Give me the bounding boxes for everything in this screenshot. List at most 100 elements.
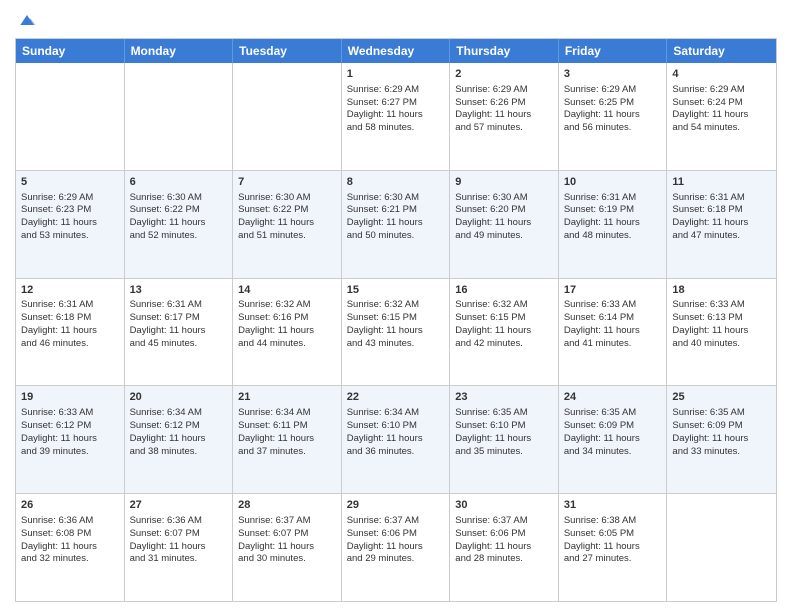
day-info: Sunset: 6:22 PM [130, 204, 228, 217]
day-info: Sunset: 6:25 PM [564, 97, 662, 110]
day-info: Sunrise: 6:32 AM [455, 299, 553, 312]
calendar-cell: 9Sunrise: 6:30 AMSunset: 6:20 PMDaylight… [450, 171, 559, 278]
day-info: Sunrise: 6:35 AM [455, 407, 553, 420]
day-info: Sunset: 6:12 PM [21, 420, 119, 433]
day-number: 11 [672, 175, 771, 190]
day-info: Sunset: 6:13 PM [672, 312, 771, 325]
day-number: 26 [21, 498, 119, 513]
day-info: Daylight: 11 hours [238, 433, 336, 446]
calendar-cell: 3Sunrise: 6:29 AMSunset: 6:25 PMDaylight… [559, 63, 668, 170]
day-number: 13 [130, 283, 228, 298]
calendar-row: 19Sunrise: 6:33 AMSunset: 6:12 PMDayligh… [16, 385, 776, 493]
logo [15, 10, 37, 30]
day-info: Daylight: 11 hours [238, 541, 336, 554]
day-info: and 36 minutes. [347, 446, 445, 459]
day-info: Daylight: 11 hours [347, 541, 445, 554]
day-info: Sunrise: 6:30 AM [238, 192, 336, 205]
day-info: and 27 minutes. [564, 553, 662, 566]
day-number: 28 [238, 498, 336, 513]
calendar-cell: 24Sunrise: 6:35 AMSunset: 6:09 PMDayligh… [559, 386, 668, 493]
calendar-cell: 17Sunrise: 6:33 AMSunset: 6:14 PMDayligh… [559, 279, 668, 386]
day-info: Sunrise: 6:33 AM [672, 299, 771, 312]
weekday-header: Friday [559, 39, 668, 63]
day-info: Daylight: 11 hours [21, 541, 119, 554]
day-info: Sunrise: 6:38 AM [564, 515, 662, 528]
calendar-row: 1Sunrise: 6:29 AMSunset: 6:27 PMDaylight… [16, 63, 776, 170]
day-info: and 43 minutes. [347, 338, 445, 351]
day-info: and 31 minutes. [130, 553, 228, 566]
day-info: Sunset: 6:27 PM [347, 97, 445, 110]
day-info: Daylight: 11 hours [672, 217, 771, 230]
day-info: Daylight: 11 hours [347, 433, 445, 446]
day-info: and 57 minutes. [455, 122, 553, 135]
weekday-header: Thursday [450, 39, 559, 63]
day-info: and 38 minutes. [130, 446, 228, 459]
day-number: 29 [347, 498, 445, 513]
day-number: 20 [130, 390, 228, 405]
calendar-cell: 14Sunrise: 6:32 AMSunset: 6:16 PMDayligh… [233, 279, 342, 386]
day-number: 9 [455, 175, 553, 190]
day-info: Daylight: 11 hours [455, 109, 553, 122]
calendar-row: 5Sunrise: 6:29 AMSunset: 6:23 PMDaylight… [16, 170, 776, 278]
day-number: 30 [455, 498, 553, 513]
day-info: and 56 minutes. [564, 122, 662, 135]
day-info: Sunrise: 6:36 AM [130, 515, 228, 528]
calendar-cell: 28Sunrise: 6:37 AMSunset: 6:07 PMDayligh… [233, 494, 342, 601]
calendar-row: 12Sunrise: 6:31 AMSunset: 6:18 PMDayligh… [16, 278, 776, 386]
calendar-row: 26Sunrise: 6:36 AMSunset: 6:08 PMDayligh… [16, 493, 776, 601]
day-info: Sunset: 6:26 PM [455, 97, 553, 110]
day-info: Sunrise: 6:34 AM [130, 407, 228, 420]
weekday-header: Tuesday [233, 39, 342, 63]
day-number: 3 [564, 67, 662, 82]
day-number: 18 [672, 283, 771, 298]
day-info: Sunset: 6:19 PM [564, 204, 662, 217]
calendar-cell: 26Sunrise: 6:36 AMSunset: 6:08 PMDayligh… [16, 494, 125, 601]
day-number: 17 [564, 283, 662, 298]
day-info: and 30 minutes. [238, 553, 336, 566]
day-number: 2 [455, 67, 553, 82]
day-info: and 37 minutes. [238, 446, 336, 459]
weekday-header: Wednesday [342, 39, 451, 63]
day-info: Sunset: 6:15 PM [347, 312, 445, 325]
day-info: Sunrise: 6:29 AM [672, 84, 771, 97]
day-info: Daylight: 11 hours [564, 433, 662, 446]
day-info: Sunset: 6:14 PM [564, 312, 662, 325]
day-info: Sunset: 6:20 PM [455, 204, 553, 217]
day-info: Sunset: 6:09 PM [564, 420, 662, 433]
day-info: Sunrise: 6:37 AM [455, 515, 553, 528]
day-info: and 49 minutes. [455, 230, 553, 243]
calendar-cell: 19Sunrise: 6:33 AMSunset: 6:12 PMDayligh… [16, 386, 125, 493]
calendar-cell: 7Sunrise: 6:30 AMSunset: 6:22 PMDaylight… [233, 171, 342, 278]
calendar-cell: 23Sunrise: 6:35 AMSunset: 6:10 PMDayligh… [450, 386, 559, 493]
day-number: 16 [455, 283, 553, 298]
day-info: and 53 minutes. [21, 230, 119, 243]
day-info: and 42 minutes. [455, 338, 553, 351]
day-info: Sunrise: 6:33 AM [21, 407, 119, 420]
day-number: 21 [238, 390, 336, 405]
day-info: Daylight: 11 hours [564, 325, 662, 338]
day-info: Sunrise: 6:35 AM [564, 407, 662, 420]
day-info: Sunset: 6:21 PM [347, 204, 445, 217]
day-info: Sunset: 6:08 PM [21, 528, 119, 541]
calendar-cell: 12Sunrise: 6:31 AMSunset: 6:18 PMDayligh… [16, 279, 125, 386]
day-number: 6 [130, 175, 228, 190]
day-info: Daylight: 11 hours [21, 433, 119, 446]
logo-icon [17, 10, 37, 30]
day-number: 10 [564, 175, 662, 190]
day-info: and 46 minutes. [21, 338, 119, 351]
day-info: Sunset: 6:17 PM [130, 312, 228, 325]
day-info: Sunrise: 6:32 AM [238, 299, 336, 312]
day-number: 15 [347, 283, 445, 298]
day-info: Sunset: 6:24 PM [672, 97, 771, 110]
day-info: Sunset: 6:05 PM [564, 528, 662, 541]
day-info: Sunrise: 6:32 AM [347, 299, 445, 312]
day-info: and 29 minutes. [347, 553, 445, 566]
weekday-header: Monday [125, 39, 234, 63]
day-info: Sunrise: 6:29 AM [455, 84, 553, 97]
page: SundayMondayTuesdayWednesdayThursdayFrid… [0, 0, 792, 612]
calendar-cell: 29Sunrise: 6:37 AMSunset: 6:06 PMDayligh… [342, 494, 451, 601]
day-info: Sunrise: 6:34 AM [347, 407, 445, 420]
day-info: Sunrise: 6:37 AM [347, 515, 445, 528]
calendar-cell: 18Sunrise: 6:33 AMSunset: 6:13 PMDayligh… [667, 279, 776, 386]
day-info: Sunrise: 6:33 AM [564, 299, 662, 312]
